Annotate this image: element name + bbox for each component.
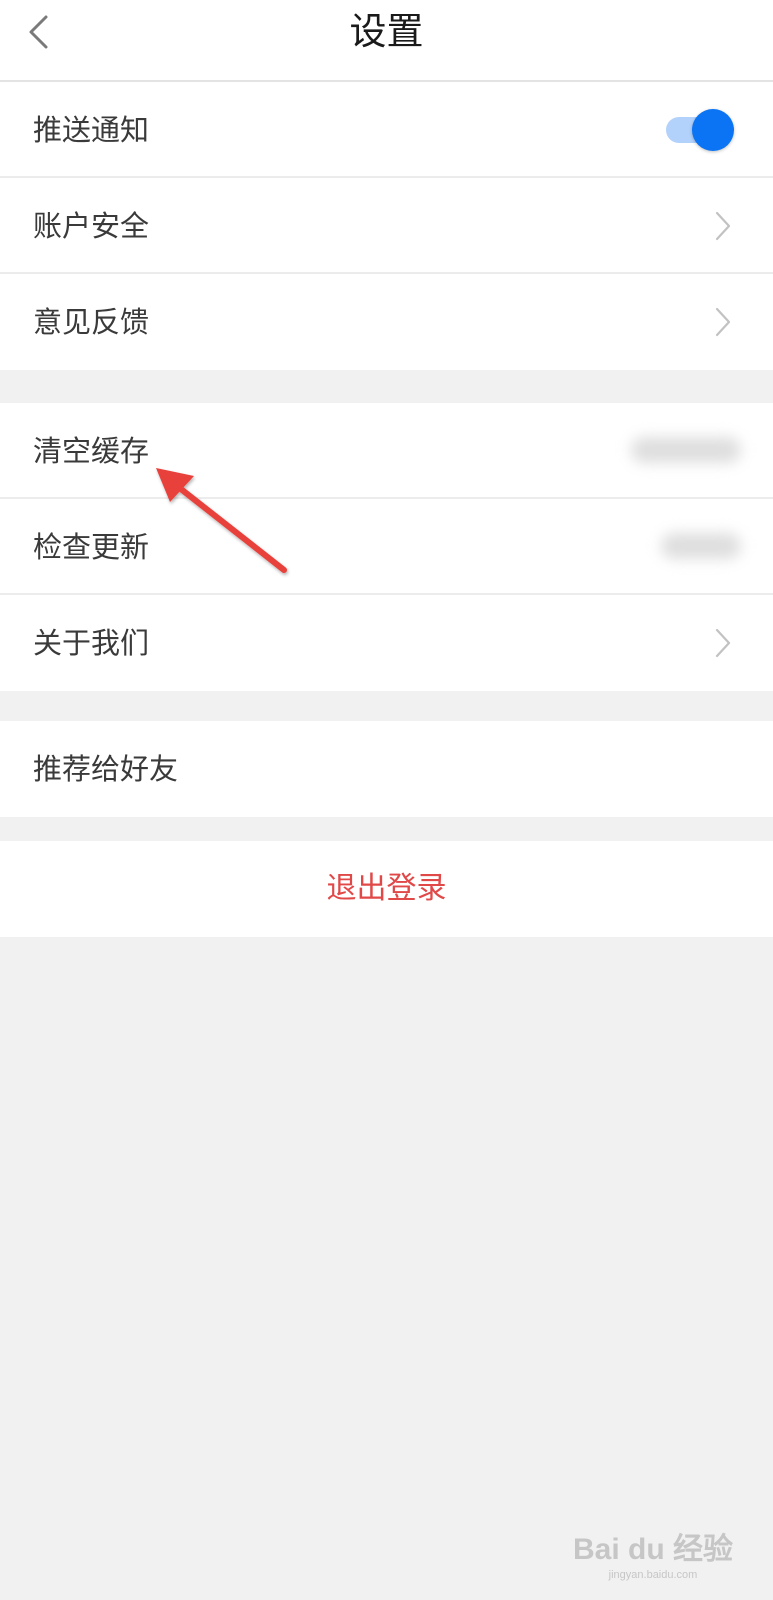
push-notification-toggle[interactable] — [666, 109, 734, 151]
chevron-right-icon — [715, 211, 731, 241]
logout-button[interactable]: 退出登录 — [0, 841, 773, 937]
settings-row-clear-cache[interactable]: 清空缓存 — [0, 403, 773, 499]
settings-group-share: 推荐给好友 — [0, 721, 773, 817]
settings-group-general: 推送通知 账户安全 意见反馈 — [0, 82, 773, 370]
row-label: 检查更新 — [33, 530, 150, 564]
logout-group: 退出登录 — [0, 841, 773, 937]
toggle-thumb — [692, 109, 734, 151]
settings-row-push-notifications: 推送通知 — [0, 82, 773, 178]
watermark: Bai du 经验 jingyan.baidu.com — [573, 1532, 733, 1582]
watermark-logo: Bai du 经验 — [572, 1533, 733, 1566]
row-label: 清空缓存 — [33, 434, 150, 468]
settings-row-check-update[interactable]: 检查更新 — [0, 499, 773, 595]
settings-row-recommend-friends[interactable]: 推荐给好友 — [0, 721, 773, 817]
top-nav-bar: 设置 — [0, 0, 773, 82]
watermark-url: jingyan.baidu.com — [608, 1569, 698, 1581]
row-label: 关于我们 — [33, 626, 150, 660]
page-title: 设置 — [349, 10, 424, 53]
row-label: 意见反馈 — [33, 305, 150, 339]
settings-row-account-security[interactable]: 账户安全 — [0, 178, 773, 274]
chevron-right-icon — [715, 628, 731, 658]
row-label: 推荐给好友 — [33, 752, 179, 786]
chevron-right-icon — [715, 307, 731, 337]
settings-row-feedback[interactable]: 意见反馈 — [0, 274, 773, 370]
row-label: 推送通知 — [33, 113, 150, 147]
version-value-blurred — [661, 533, 741, 559]
cache-size-value-blurred — [631, 437, 741, 463]
settings-row-about-us[interactable]: 关于我们 — [0, 595, 773, 691]
settings-group-app: 清空缓存 检查更新 关于我们 — [0, 403, 773, 691]
row-label: 账户安全 — [33, 209, 150, 243]
